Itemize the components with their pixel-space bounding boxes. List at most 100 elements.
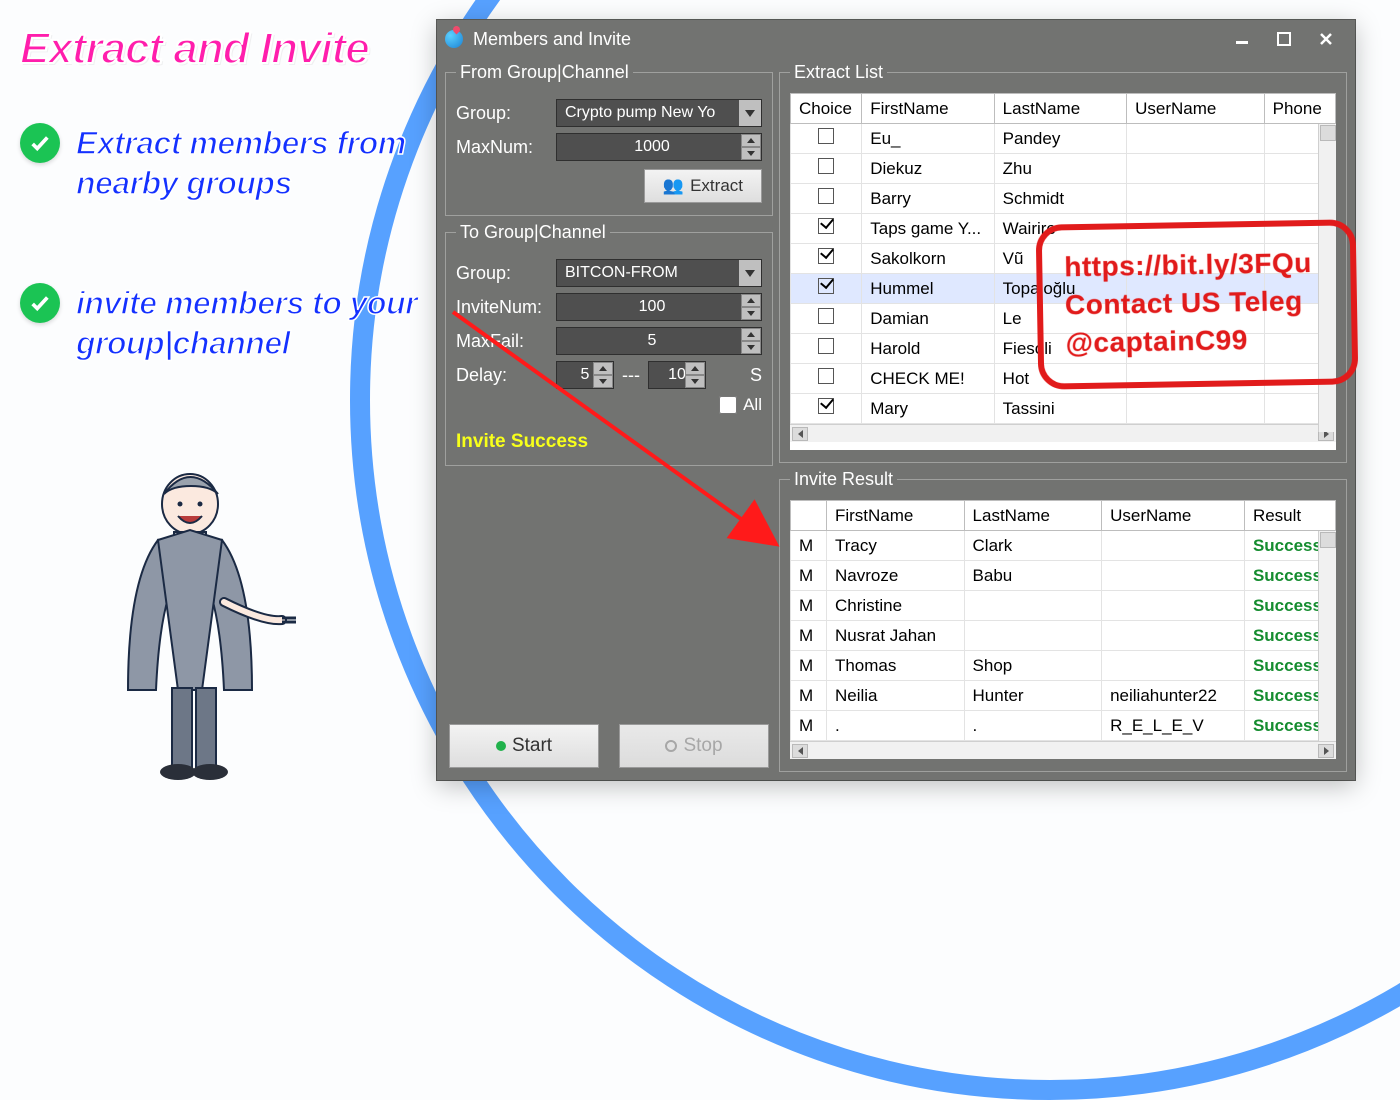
to-group-label: Group: — [456, 263, 548, 284]
extract-button-label: Extract — [690, 176, 743, 196]
result-grid[interactable]: FirstName LastName UserName Result MTrac… — [790, 500, 1336, 759]
scroll-up-icon[interactable] — [1320, 532, 1336, 548]
spin-down-icon[interactable] — [741, 147, 761, 160]
col-lastname[interactable]: LastName — [994, 94, 1126, 124]
row-checkbox[interactable] — [791, 244, 862, 274]
row-checkbox[interactable] — [791, 214, 862, 244]
horizontal-scrollbar[interactable] — [790, 424, 1336, 442]
row-checkbox[interactable] — [791, 304, 862, 334]
col-result-username[interactable]: UserName — [1102, 501, 1245, 531]
row-checkbox[interactable] — [791, 394, 862, 424]
cell-lastname: Schmidt — [994, 184, 1126, 214]
col-choice[interactable]: Choice — [791, 94, 862, 124]
table-row[interactable]: MNeiliaHunterneiliahunter22Success — [791, 681, 1336, 711]
row-checkbox[interactable] — [791, 154, 862, 184]
table-row[interactable]: DiekuzZhu — [791, 154, 1336, 184]
col-firstname[interactable]: FirstName — [862, 94, 994, 124]
maxfail-input[interactable]: 5 — [556, 327, 762, 355]
to-group-panel: To Group|Channel Group: BITCON-FROM Invi… — [445, 222, 773, 466]
check-icon — [20, 283, 60, 323]
col-result-result[interactable]: Result — [1244, 501, 1335, 531]
stop-label: Stop — [683, 735, 722, 757]
stamp-line-1: https://bit.ly/3FQu — [1064, 244, 1337, 287]
delay-min-value: 5 — [581, 366, 590, 384]
vertical-scrollbar[interactable] — [1318, 531, 1336, 741]
spin-down-icon[interactable] — [741, 307, 761, 320]
stop-icon — [665, 740, 677, 752]
table-row[interactable]: MTracyClarkSuccess — [791, 531, 1336, 561]
spin-up-icon[interactable] — [741, 328, 761, 341]
row-checkbox[interactable] — [791, 334, 862, 364]
titlebar[interactable]: Members and Invite — [437, 20, 1355, 58]
table-row[interactable]: MNavrozeBabuSuccess — [791, 561, 1336, 591]
to-group-select[interactable]: BITCON-FROM — [556, 259, 762, 287]
cell-m: M — [791, 591, 827, 621]
minimize-button[interactable] — [1221, 26, 1263, 52]
delay-max-input[interactable]: 10 — [648, 361, 706, 389]
scroll-up-icon[interactable] — [1320, 125, 1336, 141]
close-button[interactable] — [1305, 26, 1347, 52]
cell-username: R_E_L_E_V — [1102, 711, 1245, 741]
stamp-line-2: Contact US Teleg — [1065, 281, 1338, 324]
col-username[interactable]: UserName — [1127, 94, 1265, 124]
table-row[interactable]: M..R_E_L_E_VSuccess — [791, 711, 1336, 741]
table-row[interactable]: Eu_Pandey — [791, 124, 1336, 154]
row-checkbox[interactable] — [791, 364, 862, 394]
col-result-firstname[interactable]: FirstName — [826, 501, 964, 531]
spin-up-icon[interactable] — [741, 294, 761, 307]
bullet-1: Extract members from nearby groups — [20, 123, 420, 203]
table-row[interactable]: MNusrat JahanSuccess — [791, 621, 1336, 651]
spin-up-icon[interactable] — [593, 362, 613, 375]
table-row[interactable]: MChristineSuccess — [791, 591, 1336, 621]
cell-username: neiliahunter22 — [1102, 681, 1245, 711]
maximize-button[interactable] — [1263, 26, 1305, 52]
spin-down-icon[interactable] — [741, 341, 761, 354]
start-button[interactable]: Start — [449, 724, 599, 768]
cell-username — [1127, 154, 1265, 184]
row-checkbox[interactable] — [791, 274, 862, 304]
cell-firstname: Eu_ — [862, 124, 994, 154]
headline: Extract and Invite — [20, 25, 420, 73]
row-checkbox[interactable] — [791, 184, 862, 214]
all-checkbox[interactable] — [719, 396, 737, 414]
invitenum-input[interactable]: 100 — [556, 293, 762, 321]
stop-button[interactable]: Stop — [619, 724, 769, 768]
row-checkbox[interactable] — [791, 124, 862, 154]
invite-result-panel: Invite Result FirstName LastName UserNam… — [779, 469, 1347, 772]
cell-m: M — [791, 651, 827, 681]
horizontal-scrollbar[interactable] — [790, 741, 1336, 759]
scroll-left-icon[interactable] — [792, 427, 808, 441]
promo-column: Extract and Invite Extract members from … — [20, 25, 420, 443]
from-maxnum-input[interactable]: 1000 — [556, 133, 762, 161]
maxfail-label: MaxFail: — [456, 331, 548, 352]
delay-min-input[interactable]: 5 — [556, 361, 614, 389]
col-result-m[interactable] — [791, 501, 827, 531]
cell-username — [1102, 621, 1245, 651]
col-phone[interactable]: Phone — [1264, 94, 1335, 124]
app-window: Members and Invite From Group|Channel Gr… — [437, 20, 1355, 780]
table-row[interactable]: MThomasShopSuccess — [791, 651, 1336, 681]
scroll-right-icon[interactable] — [1318, 744, 1334, 758]
table-row[interactable]: BarrySchmidt — [791, 184, 1336, 214]
spin-down-icon[interactable] — [685, 375, 705, 388]
delay-label: Delay: — [456, 365, 548, 386]
spin-up-icon[interactable] — [685, 362, 705, 375]
cell-m: M — [791, 711, 827, 741]
table-row[interactable]: MaryTassini — [791, 394, 1336, 424]
group-icon: 👥 — [663, 176, 684, 196]
cell-username — [1102, 591, 1245, 621]
from-maxnum-label: MaxNum: — [456, 137, 548, 158]
cell-username — [1102, 651, 1245, 681]
extract-button[interactable]: 👥 Extract — [644, 169, 762, 203]
invitenum-value: 100 — [639, 298, 666, 316]
spin-up-icon[interactable] — [741, 134, 761, 147]
from-group-select[interactable]: Crypto pump New Yo — [556, 99, 762, 127]
cell-firstname: CHECK ME! — [862, 364, 994, 394]
spin-down-icon[interactable] — [593, 375, 613, 388]
col-result-lastname[interactable]: LastName — [964, 501, 1102, 531]
delay-unit: S — [750, 365, 762, 386]
cell-firstname: Damian — [862, 304, 994, 334]
scroll-left-icon[interactable] — [792, 744, 808, 758]
cell-firstname: Hummel — [862, 274, 994, 304]
from-maxnum-value: 1000 — [634, 138, 670, 156]
